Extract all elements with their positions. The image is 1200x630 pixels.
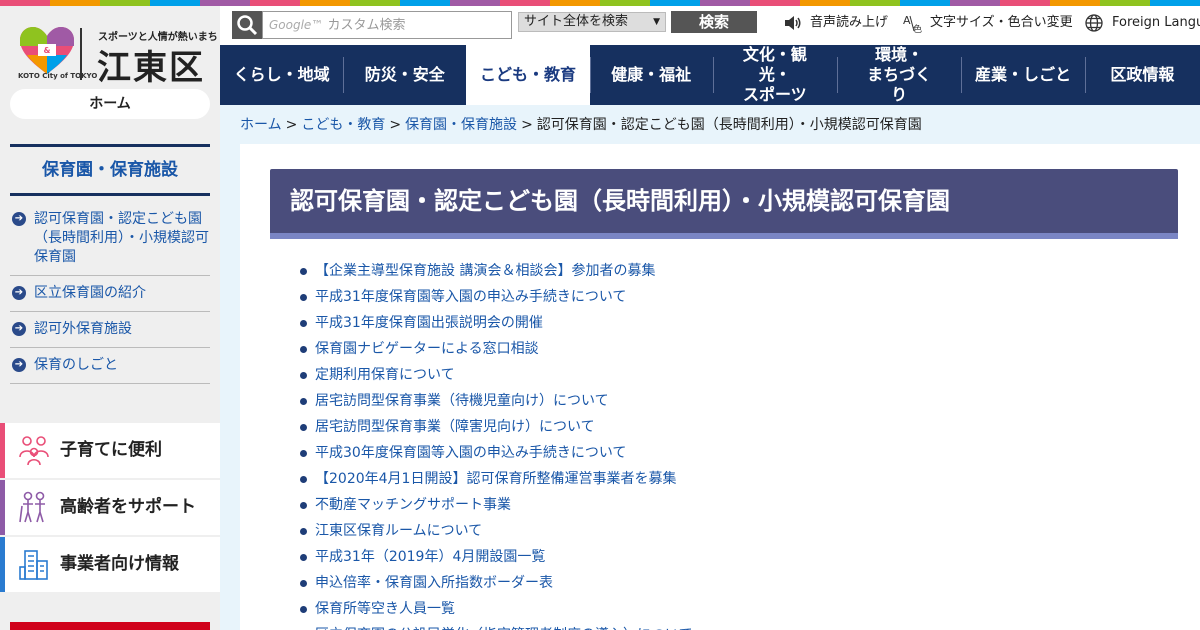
arrow-right-circle-icon: ➔ xyxy=(12,322,26,336)
svg-text:色: 色 xyxy=(913,23,922,33)
nav-item-sangyou[interactable]: 産業・しごと xyxy=(961,45,1084,105)
list-item-link[interactable]: 平成30年度保育園等入園の申込み手続きについて xyxy=(298,440,693,466)
sidebar-item-label: 保育のしごと xyxy=(34,357,118,373)
arrow-right-circle-icon: ➔ xyxy=(12,212,26,226)
speech-link[interactable]: 音声読み上げ xyxy=(782,12,888,34)
list-item-link[interactable]: 平成31年（2019年）4月開設園一覧 xyxy=(298,544,693,570)
globe-icon xyxy=(1085,13,1103,32)
feature-link-childcare[interactable]: 子育てに便利 xyxy=(0,423,220,478)
list-item-link[interactable]: 【2020年4月1日開設】認可保育所整備運営事業者を募集 xyxy=(298,466,693,492)
breadcrumb: ホーム > こども・教育 > 保育園・保育施設 > 認可保育園・認定こども園（長時間利用）・… xyxy=(240,114,922,134)
sidebar-section-title[interactable]: 保育園・保育施設 xyxy=(10,144,210,196)
list-item-link[interactable]: 定期利用保育について xyxy=(298,362,693,388)
link-list: 【企業主導型保育施設 講演会＆相談会】参加者の募集 平成31年度保育園等入園の申… xyxy=(298,258,693,630)
text-size-icon: A色 xyxy=(903,14,922,33)
sidebar-item-ninka[interactable]: ➔ 認可保育園・認定こども園（長時間利用）・小規模認可保育園 xyxy=(10,202,210,276)
list-item-link[interactable]: 区立保育園の公設民営化（指定管理者制度の導入）について xyxy=(298,622,693,630)
list-item-link[interactable]: 【企業主導型保育施設 講演会＆相談会】参加者の募集 xyxy=(298,258,693,284)
nav-item-kankyou[interactable]: 環境・ まちづくり xyxy=(836,45,962,105)
nav-item-kurashi[interactable]: くらし・地域 xyxy=(220,45,343,105)
text-size-link[interactable]: A 色文字サイズ・色合い変更 xyxy=(902,12,1073,34)
home-button[interactable]: ホーム xyxy=(10,89,210,119)
list-item-link[interactable]: 保育園ナビゲーターによる窓口相談 xyxy=(298,336,693,362)
elderly-icon xyxy=(19,491,45,523)
feature-label: 高齢者をサポート xyxy=(60,497,196,517)
speaker-icon xyxy=(785,15,801,30)
caret-down-icon: ▼ xyxy=(653,17,660,27)
building-icon xyxy=(19,550,48,580)
sidebar-menu: ➔ 認可保育園・認定こども園（長時間利用）・小規模認可保育園 ➔ 区立保育園の紹介 … xyxy=(10,202,210,384)
site-logo[interactable]: & KOTO City of TOKYO スポーツと人情が熱いまち 江東区 xyxy=(18,26,218,88)
sidebar-item-shigoto[interactable]: ➔ 保育のしごと xyxy=(10,348,210,384)
page-title: 認可保育園・認定こども園（長時間利用）・小規模認可保育園 xyxy=(270,169,1178,239)
search-icon xyxy=(232,11,262,39)
main-content: 認可保育園・認定こども園（長時間利用）・小規模認可保育園 【企業主導型保育施設 … xyxy=(240,144,1200,630)
feature-label: 事業者向け情報 xyxy=(60,554,179,574)
search-button[interactable]: 検索 xyxy=(671,11,757,33)
breadcrumb-current: 認可保育園・認定こども園（長時間利用）・小規模認可保育園 xyxy=(536,117,922,133)
search-brand: Google™ xyxy=(269,18,324,32)
feature-link-elderly[interactable]: 高齢者をサポート xyxy=(0,480,220,535)
red-banner[interactable] xyxy=(10,622,210,630)
search-placeholder: カスタム検索 xyxy=(327,18,406,33)
sidebar-item-kuritsu[interactable]: ➔ 区立保育園の紹介 xyxy=(10,276,210,312)
breadcrumb-separator: > xyxy=(285,117,298,133)
speech-label: 音声読み上げ xyxy=(810,15,889,30)
list-item-link[interactable]: 居宅訪問型保育事業（障害児向け）について xyxy=(298,414,693,440)
list-item-link[interactable]: 居宅訪問型保育事業（待機児童向け）について xyxy=(298,388,693,414)
breadcrumb-kodomo[interactable]: こども・教育 xyxy=(301,117,385,133)
logo-subtext: KOTO City of TOKYO xyxy=(18,72,98,80)
text-size-label: 文字サイズ・色合い変更 xyxy=(930,15,1073,30)
list-item-link[interactable]: 平成31年度保育園等入園の申込み手続きについて xyxy=(298,284,693,310)
list-item-link[interactable]: 不動産マッチングサポート事業 xyxy=(298,492,693,518)
feature-label: 子育てに便利 xyxy=(60,440,162,460)
svg-text:A: A xyxy=(903,14,911,27)
svg-text:&: & xyxy=(44,46,51,55)
family-icon xyxy=(19,436,49,466)
nav-item-bunka[interactable]: 文化・観光・ スポーツ xyxy=(712,45,837,105)
left-column: & KOTO City of TOKYO スポーツと人情が熱いまち 江東区 ホー… xyxy=(0,6,220,630)
list-item-link[interactable]: 江東区保育ルームについて xyxy=(298,518,693,544)
logo-divider xyxy=(80,28,82,80)
breadcrumb-separator: > xyxy=(389,117,402,133)
sidebar-item-ninkagai[interactable]: ➔ 認可外保育施設 xyxy=(10,312,210,348)
main-nav: くらし・地域 防災・安全 こども・教育 健康・福祉 文化・観光・ スポーツ 環境・… xyxy=(220,45,1200,105)
nav-item-kusei[interactable]: 区政情報 xyxy=(1084,45,1200,105)
nav-item-kodomo[interactable]: こども・教育 xyxy=(466,45,590,105)
breadcrumb-hoikuen[interactable]: 保育園・保育施設 xyxy=(405,117,517,133)
nav-item-bousai[interactable]: 防災・安全 xyxy=(343,45,466,105)
feature-link-business[interactable]: 事業者向け情報 xyxy=(0,537,220,592)
list-item-link[interactable]: 保育所等空き人員一覧 xyxy=(298,596,693,622)
sidebar-item-label: 区立保育園の紹介 xyxy=(34,285,146,301)
list-item-link[interactable]: 平成31年度保育園出張説明会の開催 xyxy=(298,310,693,336)
arrow-right-circle-icon: ➔ xyxy=(12,286,26,300)
logo-ward-name: 江東区 xyxy=(97,48,205,88)
breadcrumb-separator: > xyxy=(521,117,533,133)
header-bar: Google™ カスタム検索 サイト全体を検索 ▼ 検索 音声読み上げ A 色文字サ… xyxy=(220,6,1200,45)
search-input[interactable]: Google™ カスタム検索 xyxy=(262,11,512,39)
nav-item-kenkou[interactable]: 健康・福祉 xyxy=(589,45,713,105)
list-item-link[interactable]: 申込倍率・保育園入所指数ボーダー表 xyxy=(298,570,693,596)
scope-value: サイト全体を検索 xyxy=(524,14,629,29)
foreign-language-label: Foreign Language xyxy=(1112,15,1200,30)
sidebar-item-label: 認可保育園・認定こども園（長時間利用）・小規模認可保育園 xyxy=(34,211,209,265)
sidebar-item-label: 認可外保育施設 xyxy=(34,321,132,337)
breadcrumb-home[interactable]: ホーム xyxy=(240,117,282,133)
heart-logo-icon: & xyxy=(20,27,74,74)
foreign-language-link[interactable]: Foreign Language xyxy=(1084,12,1200,34)
search-scope-select[interactable]: サイト全体を検索 ▼ xyxy=(518,12,666,32)
arrow-right-circle-icon: ➔ xyxy=(12,358,26,372)
